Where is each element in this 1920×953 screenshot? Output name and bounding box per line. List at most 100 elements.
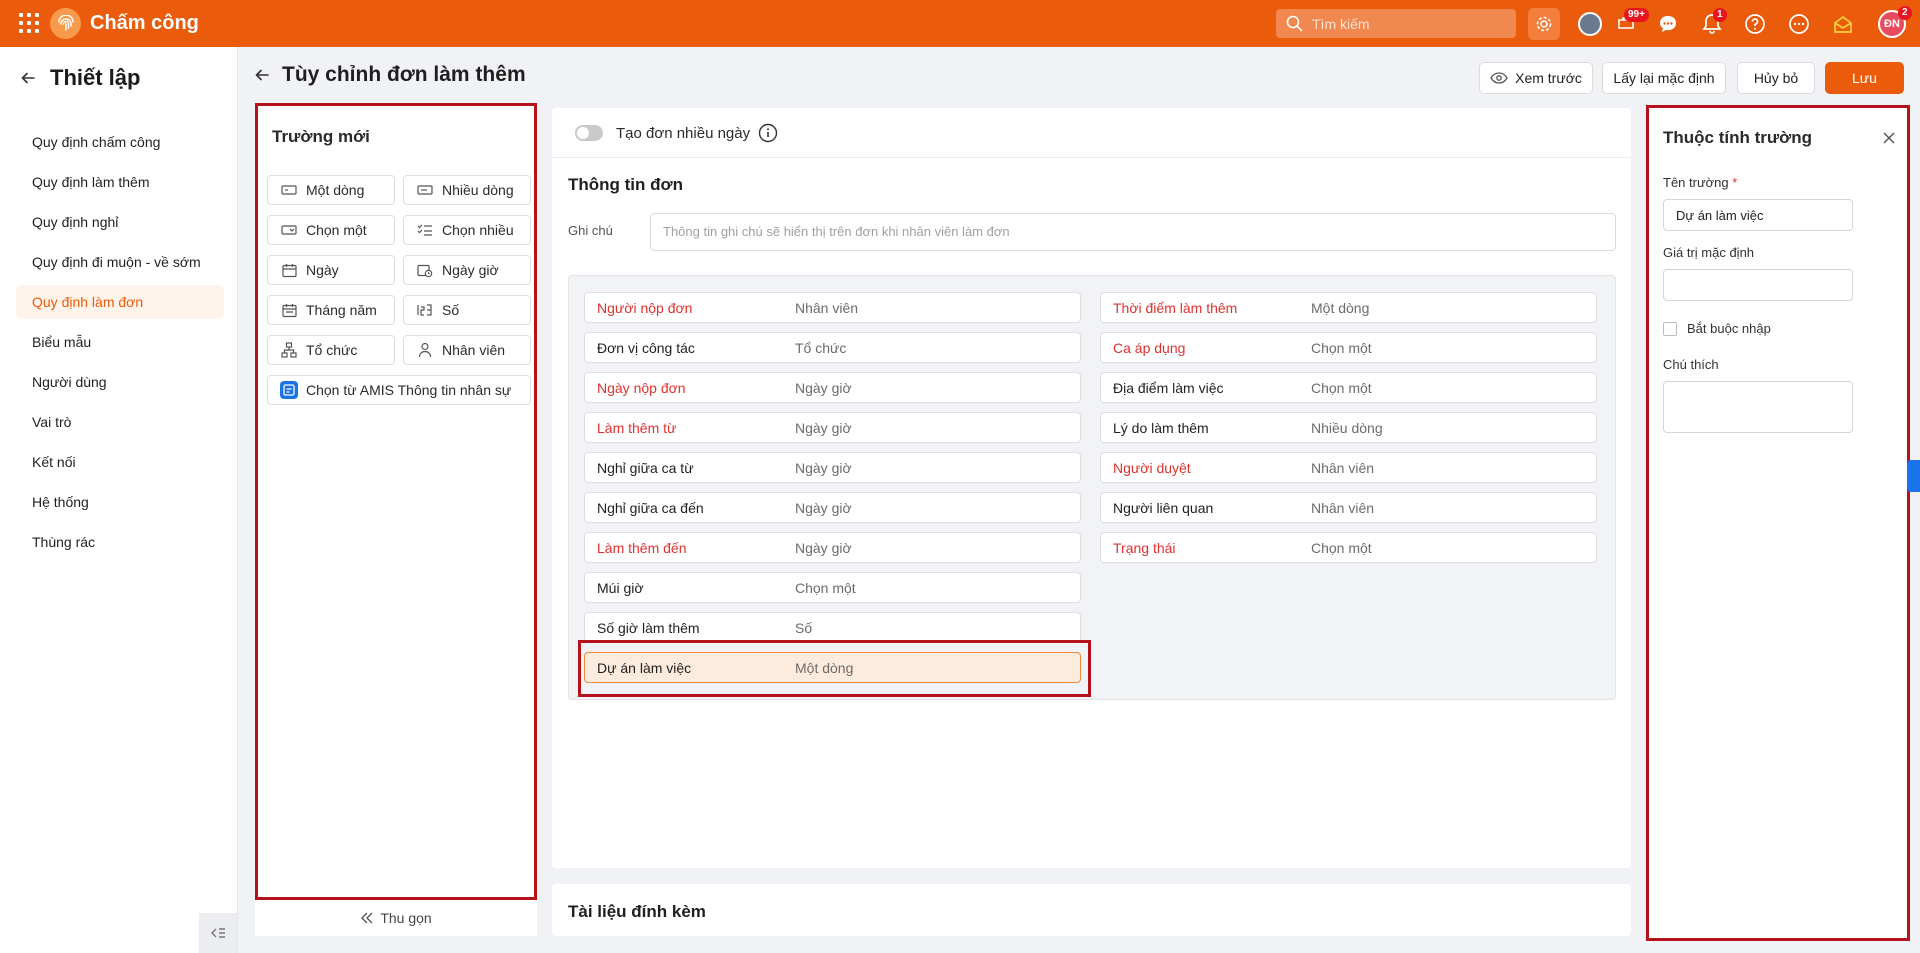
tasks-icon[interactable]: 99+ <box>1612 8 1649 38</box>
reset-default-button[interactable]: Lấy lại mặc định <box>1602 62 1726 94</box>
field-single-select-button[interactable]: Chọn một <box>267 215 395 245</box>
form-field-row[interactable]: Nghỉ giữa ca từ Ngày giờ <box>584 452 1081 483</box>
form-field-row[interactable]: Múi giờ Chọn một <box>584 572 1081 603</box>
sidebar-item-system[interactable]: Hệ thống <box>16 485 224 519</box>
field-name: Thời điểm làm thêm <box>1113 300 1238 316</box>
expand-panel-tab[interactable] <box>1907 460 1920 492</box>
mandatory-checkbox-row[interactable]: Bắt buộc nhập <box>1663 321 1771 336</box>
settings-sidebar: Thiết lập Quy định chấm công Quy định là… <box>0 47 238 953</box>
form-field-row[interactable]: Địa điểm làm việc Chọn một <box>1100 372 1597 403</box>
field-name-input[interactable]: Dự án làm việc <box>1663 199 1853 231</box>
multi-day-toggle[interactable] <box>575 125 603 141</box>
form-field-row[interactable]: Làm thêm từ Ngày giờ <box>584 412 1081 443</box>
properties-title: Thuộc tính trường <box>1663 128 1813 147</box>
close-icon[interactable] <box>1882 131 1896 145</box>
field-multi-select-button[interactable]: Chọn nhiều <box>403 215 531 245</box>
field-type: Tổ chức <box>795 340 847 356</box>
person-icon <box>416 342 434 358</box>
preview-button[interactable]: Xem trước <box>1479 62 1593 94</box>
field-date-button[interactable]: Ngày <box>267 255 395 285</box>
sidebar-item-users[interactable]: Người dùng <box>16 365 224 399</box>
save-button[interactable]: Lưu <box>1825 62 1904 94</box>
more-options-icon[interactable] <box>1785 10 1813 38</box>
field-name: Địa điểm làm việc <box>1113 380 1224 396</box>
preview-label: Xem trước <box>1515 70 1582 86</box>
page-title: Tùy chỉnh đơn làm thêm <box>282 63 526 86</box>
field-datetime-button[interactable]: Ngày giờ <box>403 255 531 285</box>
app-title[interactable]: Chấm công <box>90 12 199 35</box>
form-field-row[interactable]: Số giờ làm thêm Số <box>584 612 1081 643</box>
cancel-button[interactable]: Hủy bỏ <box>1737 62 1815 94</box>
form-fields-grid: Người nộp đơn Nhân viên Đơn vị công tác Tổ … <box>568 275 1616 700</box>
field-type: Ngày giờ <box>795 500 852 516</box>
sidebar-item-overtime-rules[interactable]: Quy định làm thêm <box>16 165 224 199</box>
sidebar-item-connections[interactable]: Kết nối <box>16 445 224 479</box>
form-field-row[interactable]: Lý do làm thêm Nhiều dòng <box>1100 412 1597 443</box>
sidebar-item-attendance-rules[interactable]: Quy định chấm công <box>16 125 224 159</box>
form-field-row[interactable]: Ca áp dụng Chọn một <box>1100 332 1597 363</box>
back-arrow-icon[interactable] <box>20 70 36 86</box>
sidebar-item-forms[interactable]: Biểu mẫu <box>16 325 224 359</box>
default-value-label: Giá trị mặc định <box>1663 245 1755 260</box>
chat-icon[interactable] <box>1654 10 1682 38</box>
form-field-row[interactable]: Thời điểm làm thêm Một dòng <box>1100 292 1597 323</box>
sidebar-item-roles[interactable]: Vai trò <box>16 405 224 439</box>
note-textarea[interactable] <box>1663 381 1853 433</box>
field-single-line-button[interactable]: Một dòng <box>267 175 395 205</box>
search-input[interactable]: Tìm kiếm <box>1276 9 1516 38</box>
form-field-row[interactable]: Người duyệt Nhân viên <box>1100 452 1597 483</box>
field-number-button[interactable]: Số <box>403 295 531 325</box>
form-field-row[interactable]: Người liên quan Nhân viên <box>1100 492 1597 523</box>
form-field-row[interactable]: Đơn vị công tác Tổ chức <box>584 332 1081 363</box>
gift-announcement-icon[interactable] <box>1829 10 1857 38</box>
checklist-icon <box>416 223 434 237</box>
app-launcher-icon[interactable] <box>19 13 39 33</box>
field-label: Chọn nhiều <box>442 222 514 238</box>
multi-day-toggle-row: Tạo đơn nhiều ngày <box>575 123 778 143</box>
number-icon <box>416 303 434 317</box>
collapse-sidebar-icon[interactable] <box>199 913 237 953</box>
field-organization-button[interactable]: Tổ chức <box>267 335 395 365</box>
attachments-section: Tài liệu đính kèm <box>552 884 1631 936</box>
fingerprint-logo-icon <box>50 8 81 39</box>
field-type: Nhân viên <box>795 300 859 316</box>
field-employee-button[interactable]: Nhân viên <box>403 335 531 365</box>
form-field-row[interactable]: Nghỉ giữa ca đến Ngày giờ <box>584 492 1081 523</box>
sidebar-item-leave-rules[interactable]: Quy định nghỉ <box>16 205 224 239</box>
default-value-input[interactable] <box>1663 269 1853 301</box>
bell-icon[interactable]: 1 <box>1698 8 1727 38</box>
sidebar-item-request-rules[interactable]: Quy định làm đơn <box>16 285 224 319</box>
current-user-avatar[interactable]: ĐN 2 <box>1878 6 1912 38</box>
form-field-row[interactable]: Người nộp đơn Nhân viên <box>584 292 1081 323</box>
org-icon <box>280 342 298 358</box>
required-star: * <box>1732 175 1738 190</box>
info-icon[interactable] <box>758 123 778 143</box>
form-field-row[interactable]: Làm thêm đến Ngày giờ <box>584 532 1081 563</box>
top-bar: Chấm công Tìm kiếm 99+ 1 ĐN 2 <box>0 0 1920 47</box>
field-label: Nhiều dòng <box>442 182 514 198</box>
collapse-panel-button[interactable]: Thu gọn <box>255 900 537 936</box>
mandatory-checkbox[interactable] <box>1663 321 1677 336</box>
page-header: Tùy chỉnh đơn làm thêm <box>254 63 526 87</box>
field-name: Làm thêm đến <box>597 540 687 556</box>
field-properties-panel: Thuộc tính trường Tên trường * Dự án làm… <box>1646 105 1910 941</box>
field-month-year-button[interactable]: Tháng năm <box>267 295 395 325</box>
amis-hr-button[interactable]: Chọn từ AMIS Thông tin nhân sự <box>267 375 531 405</box>
form-field-row[interactable]: Trạng thái Chọn một <box>1100 532 1597 563</box>
sidebar-item-late-early-rules[interactable]: Quy định đi muộn - về sớm <box>16 245 224 279</box>
sidebar-item-trash[interactable]: Thùng rác <box>16 525 224 559</box>
back-arrow-icon[interactable] <box>254 67 270 83</box>
field-type: Nhiều dòng <box>1311 420 1383 436</box>
settings-gear-icon[interactable] <box>1528 8 1560 40</box>
note-input[interactable]: Thông tin ghi chú sẽ hiển thị trên đơn k… <box>650 213 1616 251</box>
help-icon[interactable] <box>1741 10 1769 38</box>
field-name: Múi giờ <box>597 580 644 596</box>
field-multi-line-button[interactable]: Nhiều dòng <box>403 175 531 205</box>
form-field-row[interactable]: Ngày nộp đơn Ngày giờ <box>584 372 1081 403</box>
section-title: Thông tin đơn <box>568 175 683 194</box>
field-label: Một dòng <box>306 182 365 198</box>
eye-icon <box>1490 72 1508 84</box>
month-icon <box>280 303 298 317</box>
user-avatar[interactable] <box>1578 12 1602 36</box>
sidebar-header: Thiết lập <box>20 65 140 91</box>
